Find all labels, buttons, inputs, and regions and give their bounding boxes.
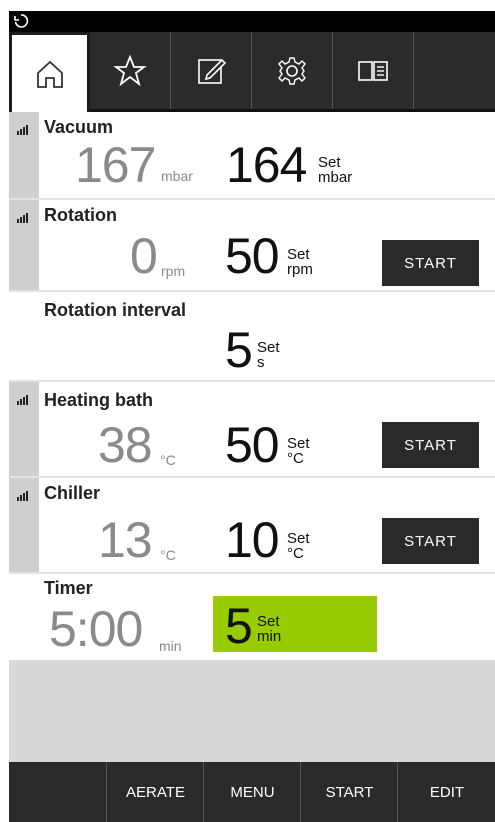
edit-icon xyxy=(198,58,227,84)
app-frame: Vacuum 167 mbar 164 Set mbar Rotation 0 … xyxy=(9,11,495,822)
heating-bath-set-label: Set xyxy=(287,435,310,452)
sensor-icon xyxy=(17,491,28,501)
chiller-actual-unit: °C xyxy=(160,547,176,563)
start-button[interactable]: START xyxy=(300,762,398,822)
timer-set-unit: min xyxy=(257,628,282,645)
bottom-bar: AERATE MENU START EDIT xyxy=(9,762,495,822)
aerate-button[interactable]: AERATE xyxy=(106,762,204,822)
tab-edit[interactable] xyxy=(171,32,252,109)
rotation-interval-set-unit: s xyxy=(257,354,265,371)
timer-title: Timer xyxy=(44,578,93,598)
chiller-set-label: Set xyxy=(287,530,310,547)
vacuum-set-label: Set xyxy=(318,154,341,171)
timer-set-highlight[interactable]: 5 Set min xyxy=(213,596,377,652)
rotation-start-button[interactable]: START xyxy=(382,240,479,286)
heating-bath-start-button[interactable]: START xyxy=(382,422,479,468)
chiller-set-value: 10 xyxy=(225,512,280,568)
heating-bath-set-unit: °C xyxy=(287,450,304,467)
timer-actual-unit: min xyxy=(159,638,182,654)
rotation-set-unit: rpm xyxy=(287,261,313,278)
chiller-start-button[interactable]: START xyxy=(382,518,479,564)
chiller-actual-value: 13 xyxy=(98,512,153,568)
chiller-section[interactable]: Chiller 13 °C 10 Set °C START xyxy=(9,478,495,574)
chiller-title: Chiller xyxy=(44,483,101,503)
rotation-interval-title: Rotation interval xyxy=(44,300,187,320)
rotation-interval-set-label: Set xyxy=(257,339,280,356)
home-icon xyxy=(36,60,63,88)
book-icon xyxy=(358,60,388,81)
tab-home[interactable] xyxy=(9,32,90,112)
heating-bath-title: Heating bath xyxy=(44,390,154,410)
status-bar xyxy=(9,11,495,32)
chiller-set-unit: °C xyxy=(287,545,304,562)
undo-icon[interactable] xyxy=(13,13,29,29)
edit-button[interactable]: EDIT xyxy=(397,762,495,822)
sensor-icon xyxy=(17,125,28,135)
empty-area xyxy=(9,660,495,762)
vacuum-actual-unit: mbar xyxy=(161,168,193,184)
heating-bath-actual-unit: °C xyxy=(160,452,176,468)
rotation-interval-section[interactable]: Rotation interval 5 Set s xyxy=(9,292,495,382)
star-icon xyxy=(113,54,147,86)
rotation-interval-set-value: 5 xyxy=(225,322,253,378)
gear-icon xyxy=(278,56,306,85)
timer-set-label: Set xyxy=(257,613,280,630)
rotation-set-label: Set xyxy=(287,246,310,263)
vacuum-set-value: 164 xyxy=(226,137,307,193)
tab-settings[interactable] xyxy=(252,32,333,109)
rotation-set-value: 50 xyxy=(225,228,280,284)
timer-actual-value: 5:00 xyxy=(49,601,143,657)
vacuum-title: Vacuum xyxy=(44,117,114,137)
rotation-actual-value: 0 xyxy=(130,228,158,284)
tab-empty xyxy=(414,32,495,109)
vacuum-section[interactable]: Vacuum 167 mbar 164 Set mbar xyxy=(9,112,495,200)
timer-set-value: 5 xyxy=(225,598,253,654)
sensor-icon xyxy=(17,213,28,223)
rotation-section[interactable]: Rotation 0 rpm 50 Set rpm START xyxy=(9,200,495,292)
heating-bath-actual-value: 38 xyxy=(98,417,153,473)
rotation-actual-unit: rpm xyxy=(161,263,186,279)
tab-bar xyxy=(9,32,495,112)
sensor-icon xyxy=(17,395,28,405)
menu-button[interactable]: MENU xyxy=(203,762,301,822)
tab-favorites[interactable] xyxy=(90,32,171,109)
vacuum-actual-value: 167 xyxy=(75,137,156,193)
heating-bath-section[interactable]: Heating bath 38 °C 50 Set °C START xyxy=(9,382,495,478)
heating-bath-set-value: 50 xyxy=(225,417,280,473)
vacuum-set-unit: mbar xyxy=(318,169,353,186)
bottom-empty-slot xyxy=(9,762,106,822)
rotation-title: Rotation xyxy=(44,205,117,225)
tab-manual[interactable] xyxy=(333,32,414,109)
